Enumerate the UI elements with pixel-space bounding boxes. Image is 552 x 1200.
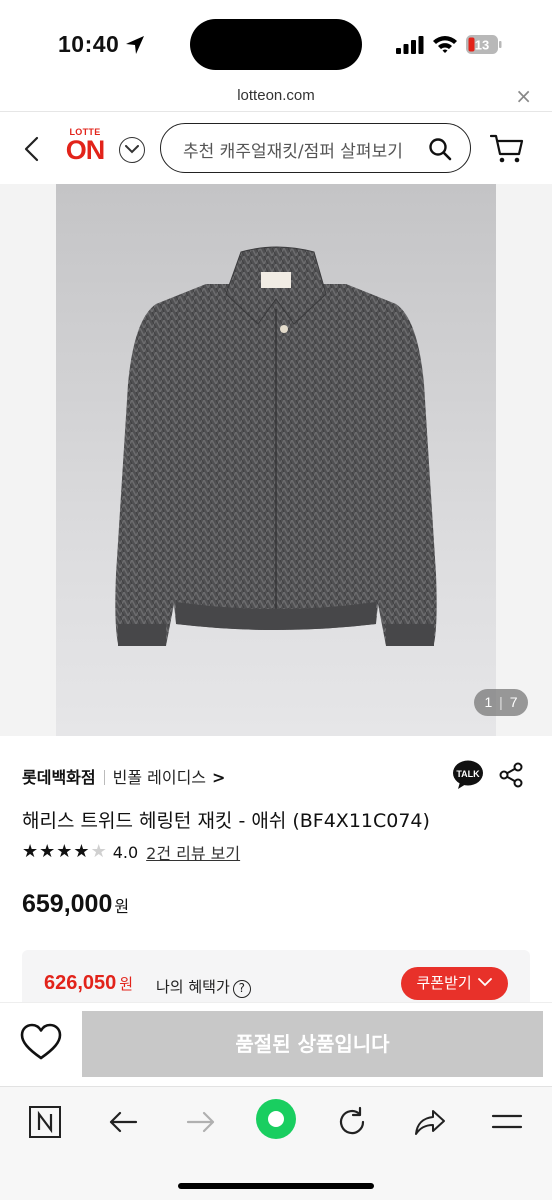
star-filled-icon: ★ <box>39 841 56 862</box>
rating-score: 4.0 <box>112 842 139 862</box>
battery-level: 13 <box>475 38 489 53</box>
image-counter-current: 1 <box>484 694 493 710</box>
benefit-price: 626,050 원 <box>44 972 133 995</box>
back-arrow-icon[interactable] <box>106 1105 140 1139</box>
cellular-signal-icon <box>396 36 424 54</box>
talk-chat-icon[interactable]: TALK <box>452 760 484 790</box>
benefit-price-value: 626,050 <box>44 972 117 994</box>
wifi-icon <box>433 36 457 53</box>
close-icon[interactable]: × <box>515 84 532 108</box>
location-arrow-icon <box>126 36 144 54</box>
product-image-gallery[interactable]: 1 | 7 <box>0 184 552 736</box>
heart-icon[interactable] <box>20 1023 62 1061</box>
star-filled-icon: ★ <box>73 841 90 862</box>
product-photo[interactable] <box>56 184 496 736</box>
jacket-image <box>115 246 437 646</box>
store-name[interactable]: 롯데백화점 <box>22 768 96 787</box>
search-icon[interactable] <box>428 137 452 161</box>
rating-stars: ★ ★ ★ ★ ★ <box>22 842 107 862</box>
site-header: LOTTE ON 추천 캐주얼재킷/점퍼 살펴보기 <box>0 113 552 184</box>
search-input[interactable]: 추천 캐주얼재킷/점퍼 살펴보기 <box>160 123 471 173</box>
clock: 10:40 <box>58 31 120 57</box>
benefit-label[interactable]: 나의 혜택가? <box>156 976 251 998</box>
chevron-down-icon <box>125 145 139 154</box>
forward-arrow-icon[interactable] <box>184 1105 218 1139</box>
chevron-right-icon[interactable]: > <box>212 768 225 787</box>
url-text[interactable]: lotteon.com <box>0 87 552 104</box>
benefit-price-box: 626,050 원 나의 혜택가? 쿠폰받기 <box>22 950 530 1002</box>
lotte-on-logo[interactable]: LOTTE ON <box>62 127 108 169</box>
mall-menu-button[interactable] <box>119 137 145 163</box>
price-unit: 원 <box>114 899 130 916</box>
image-counter: 1 | 7 <box>474 689 528 716</box>
coupon-button[interactable]: 쿠폰받기 <box>401 967 508 1000</box>
help-icon[interactable]: ? <box>232 980 251 998</box>
price-value: 659,000 <box>22 890 113 918</box>
talk-label: TALK <box>456 769 480 779</box>
logo-on-text: ON <box>65 135 106 165</box>
chevron-down-icon <box>478 978 493 987</box>
divider <box>103 770 105 785</box>
browser-toolbar <box>0 1086 552 1200</box>
soldout-button[interactable]: 품절된 상품입니다 <box>82 1011 543 1077</box>
product-title: 해리스 트위드 헤링턴 재킷 - 애쉬 (BF4X11C074) <box>22 810 430 832</box>
naver-home-icon[interactable] <box>28 1105 62 1139</box>
star-filled-icon: ★ <box>56 841 73 862</box>
battery-icon: 13 <box>466 35 502 54</box>
share-icon[interactable] <box>498 762 524 788</box>
product-rating: ★ ★ ★ ★ ★ 4.0 2건 리뷰 보기 <box>22 840 240 864</box>
browser-url-bar[interactable]: lotteon.com × <box>0 84 552 112</box>
star-filled-icon: ★ <box>22 841 39 862</box>
benefit-label-text: 나의 혜택가 <box>156 978 230 996</box>
product-price: 659,000 원 <box>22 890 129 919</box>
share-arrow-icon[interactable] <box>413 1105 447 1139</box>
menu-icon[interactable] <box>490 1105 524 1139</box>
benefit-price-unit: 원 <box>119 976 134 993</box>
home-indicator[interactable] <box>178 1183 374 1189</box>
review-link[interactable]: 2건 리뷰 보기 <box>146 840 240 864</box>
search-placeholder: 추천 캐주얼재킷/점퍼 살펴보기 <box>183 142 403 162</box>
star-empty-icon: ★ <box>90 841 107 862</box>
refresh-icon[interactable] <box>335 1105 369 1139</box>
green-dot-icon[interactable] <box>255 1098 297 1140</box>
brand-link[interactable]: 빈폴 레이디스 <box>113 768 206 787</box>
coupon-button-label: 쿠폰받기 <box>416 974 472 992</box>
back-chevron-icon[interactable] <box>22 135 42 163</box>
cart-icon[interactable] <box>490 133 524 165</box>
image-counter-total: 7 <box>509 694 518 710</box>
dynamic-island <box>190 19 362 70</box>
status-bar: 10:40 13 <box>0 0 552 84</box>
purchase-bar: 품절된 상품입니다 <box>0 1002 552 1086</box>
